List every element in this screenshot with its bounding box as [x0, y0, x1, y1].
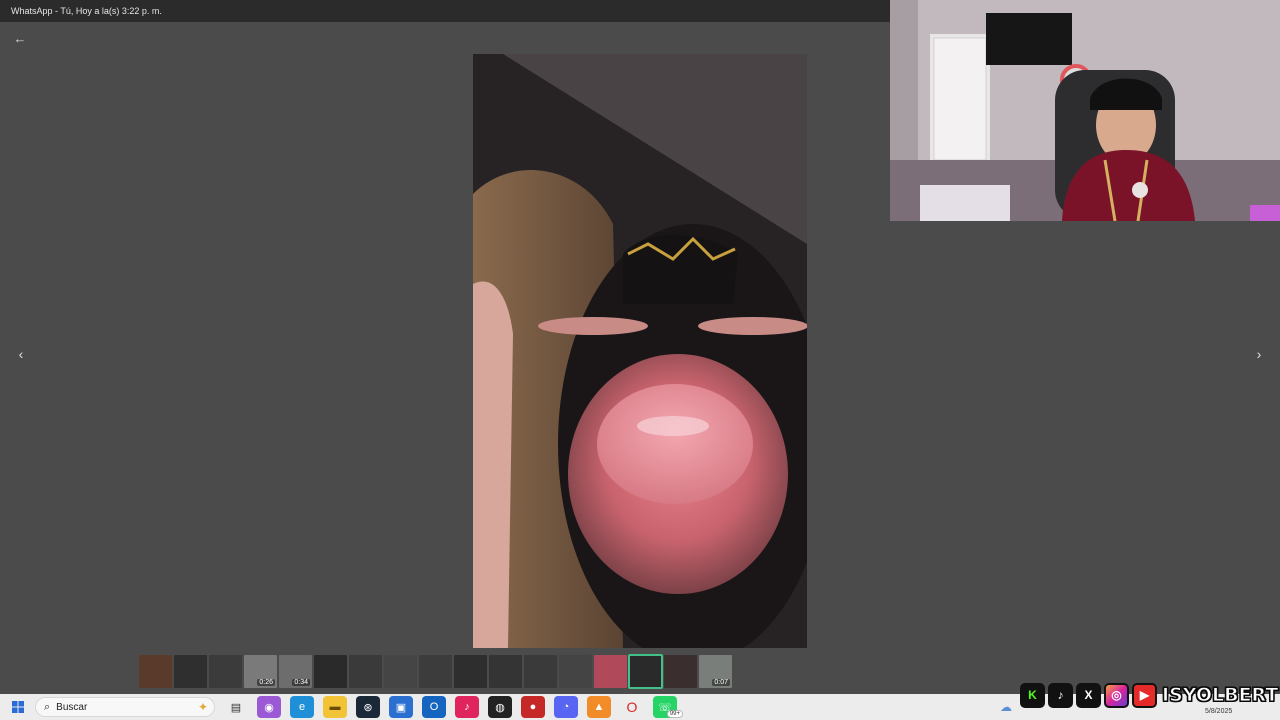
media-thumbnail[interactable]: [664, 655, 697, 688]
opera-icon[interactable]: O: [620, 696, 644, 718]
social-overlay: K ♪ X ◎ ▶ ISYOLBERT: [1020, 682, 1279, 708]
media-thumbnail[interactable]: [524, 655, 557, 688]
whatsapp-media-viewer: WhatsApp - Tú, Hoy a la(s) 3:22 p. m. ← …: [0, 0, 1280, 720]
x-icon: X: [1076, 682, 1101, 708]
media-thumbnail[interactable]: [489, 655, 522, 688]
youtube-icon: ▶: [1132, 682, 1157, 708]
media-thumbnail[interactable]: 0:26: [244, 655, 277, 688]
next-media-button[interactable]: ›: [1250, 344, 1268, 364]
media-thumbnail-strip: 0:26 0:34 0:07: [139, 654, 732, 689]
media-thumbnail[interactable]: [174, 655, 207, 688]
window-title: WhatsApp - Tú, Hoy a la(s) 3:22 p. m.: [11, 6, 162, 16]
thumbnail-duration: 0:07: [712, 679, 730, 686]
start-button[interactable]: [5, 694, 31, 720]
media-thumbnail[interactable]: [314, 655, 347, 688]
chevron-left-icon: ‹: [18, 346, 24, 362]
taskbar-date: 5/8/2025: [1205, 708, 1233, 715]
media-thumbnail[interactable]: [559, 655, 592, 688]
windows-logo-icon: [12, 701, 24, 713]
vlc-icon[interactable]: ▲: [587, 696, 611, 718]
chevron-right-icon: ›: [1256, 346, 1262, 362]
media-thumbnail[interactable]: [209, 655, 242, 688]
tiktok-app-icon[interactable]: ♪: [455, 696, 479, 718]
whatsapp-icon[interactable]: ☏ 99+: [653, 696, 683, 718]
notification-badge: 99+: [666, 710, 683, 718]
search-placeholder: Buscar: [56, 701, 88, 713]
media-thumbnail[interactable]: [594, 655, 627, 688]
kick-icon: K: [1020, 682, 1045, 708]
copilot-app-icon[interactable]: ◉: [257, 696, 281, 718]
edge-browser-icon[interactable]: e: [290, 696, 314, 718]
store-icon[interactable]: ▣: [389, 696, 413, 718]
media-thumbnail[interactable]: [139, 655, 172, 688]
media-app-icon[interactable]: ◍: [488, 696, 512, 718]
photo-illustration: [473, 54, 807, 648]
media-thumbnail[interactable]: 0:07: [699, 655, 732, 688]
media-thumbnail[interactable]: [419, 655, 452, 688]
taskbar-search-box[interactable]: ⌕ Buscar ✦: [35, 697, 215, 717]
capcut-icon[interactable]: ●: [521, 696, 545, 718]
webcam-overlay: [890, 0, 1280, 221]
media-photo: [473, 54, 807, 648]
steam-icon[interactable]: ⊛: [356, 696, 380, 718]
discord-icon[interactable]: ◔: [554, 696, 578, 718]
channel-name: ISYOLBERT: [1161, 684, 1279, 707]
onedrive-cloud-icon[interactable]: ☁: [1000, 700, 1012, 714]
thumbnail-duration: 0:26: [257, 679, 275, 686]
media-thumbnail[interactable]: 0:34: [279, 655, 312, 688]
tiktok-icon: ♪: [1048, 682, 1073, 708]
media-thumbnail[interactable]: [628, 654, 663, 689]
instagram-icon: ◎: [1104, 682, 1129, 708]
thumbnail-duration: 0:34: [292, 679, 310, 686]
outlook-icon[interactable]: O: [422, 696, 446, 718]
file-explorer-icon[interactable]: ▬: [323, 696, 347, 718]
arrow-left-icon: ←: [13, 30, 27, 46]
search-icon: ⌕: [44, 700, 51, 713]
media-thumbnail[interactable]: [349, 655, 382, 688]
webcam-illustration: [890, 0, 1280, 221]
task-view-icon[interactable]: ▤: [224, 696, 248, 718]
previous-media-button[interactable]: ‹: [12, 344, 30, 364]
back-button[interactable]: ←: [10, 30, 30, 46]
media-thumbnail[interactable]: [384, 655, 417, 688]
media-thumbnail[interactable]: [454, 655, 487, 688]
copilot-sparkle-icon: ✦: [197, 700, 208, 714]
